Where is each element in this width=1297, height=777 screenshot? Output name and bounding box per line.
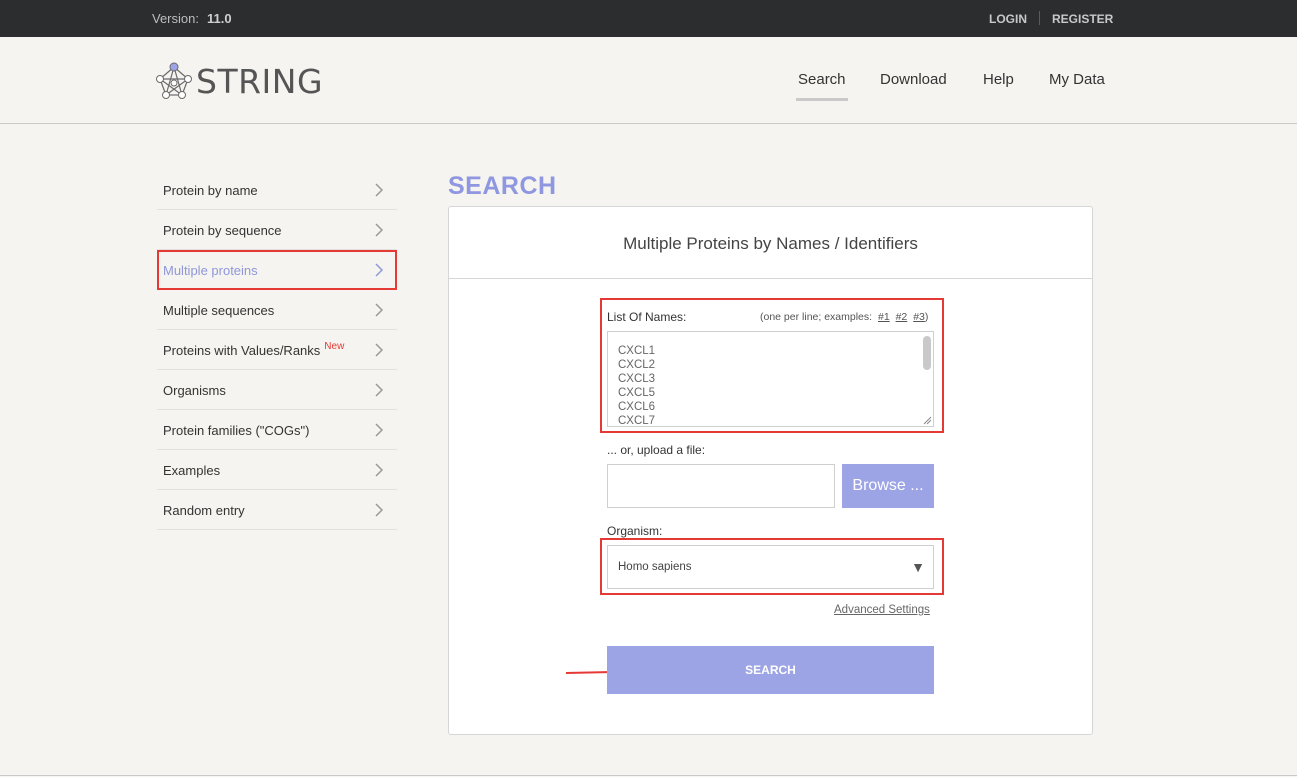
name-line: CXCL7 [618,415,656,427]
top-bar: Version: 11.0 LOGIN REGISTER [0,0,1297,37]
dropdown-arrow-icon: ▼ [911,559,925,575]
example-link-2[interactable]: #2 [896,311,908,323]
upload-label: ... or, upload a file: [607,443,706,457]
name-line: CXCL6 [618,401,656,413]
names-hint-prefix: (one per line; examples: [760,311,873,323]
organism-select[interactable]: Homo sapiens ▼ [607,545,934,589]
sidebar-item-label: Multiple sequences [163,303,275,318]
sidebar-item-label: Protein by name [163,183,258,198]
string-network-icon [156,62,192,99]
sidebar-item-protein-families[interactable]: Protein families ("COGs") [157,410,397,450]
resize-handle-icon[interactable] [922,415,932,425]
file-path-input[interactable] [607,464,835,508]
chevron-right-icon [375,223,384,237]
topbar-divider [1039,11,1040,25]
sidebar-item-multiple-sequences[interactable]: Multiple sequences [157,290,397,330]
chevron-right-icon [375,343,384,357]
scrollbar-thumb[interactable] [923,336,931,370]
chevron-right-icon [375,303,384,317]
sidebar-item-label: Organisms [163,383,226,398]
names-hint: (one per line; examples: #1 #2 #3) [760,311,928,323]
organism-value: Homo sapiens [618,561,692,573]
chevron-right-icon [375,383,384,397]
version-value: 11.0 [206,11,232,26]
name-line: CXCL1 [618,345,656,357]
names-hint-suffix: ) [924,311,929,323]
name-line: CXCL5 [618,387,656,399]
sidebar-item-organisms[interactable]: Organisms [157,370,397,410]
organism-label: Organism: [607,524,663,538]
string-logo[interactable]: STRING [154,61,323,101]
sidebar-item-label: Protein families ("COGs") [163,423,310,438]
sidebar-item-label: Multiple proteins [163,263,258,278]
sidebar-item-text: Proteins with Values/Ranks [163,343,321,358]
sidebar-item-proteins-with-values[interactable]: Proteins with Values/Ranks New [157,330,397,370]
advanced-settings-link[interactable]: Advanced Settings [834,604,930,616]
example-link-1[interactable]: #1 [878,311,890,323]
nav-my-data[interactable]: My Data [1049,71,1105,88]
search-button[interactable]: SEARCH [607,646,934,694]
sidebar-item-multiple-proteins[interactable]: Multiple proteins [157,250,397,290]
chevron-right-icon [375,423,384,437]
textarea-scrollbar[interactable] [923,335,931,421]
register-link[interactable]: REGISTER [1052,12,1113,26]
sidebar-item-label: Random entry [163,503,245,518]
version-label: Version: [152,11,199,26]
nav-help[interactable]: Help [983,71,1014,88]
chevron-right-icon [375,463,384,477]
chevron-right-icon [375,263,384,277]
sidebar-item-random-entry[interactable]: Random entry [157,490,397,530]
sidebar-item-label: Protein by sequence [163,223,282,238]
sidebar-item-label: Proteins with Values/Ranks New [163,341,345,358]
chevron-right-icon [375,183,384,197]
sidebar-item-protein-by-name[interactable]: Protein by name [157,170,397,210]
version-info: Version: 11.0 [152,11,232,26]
page-title: SEARCH [448,172,557,200]
example-link-3[interactable]: #3 [913,311,925,323]
name-line: CXCL2 [618,359,656,371]
logo-text: STRING [196,61,324,101]
sidebar-item-label: Examples [163,463,221,478]
new-badge: New [324,341,345,352]
browse-button[interactable]: Browse ... [842,464,934,508]
names-label: List Of Names: [607,310,687,324]
panel-title: Multiple Proteins by Names / Identifiers [449,207,1092,279]
search-sidebar: Protein by name Protein by sequence Mult… [157,170,397,530]
sidebar-item-protein-by-sequence[interactable]: Protein by sequence [157,210,397,250]
nav-search[interactable]: Search [796,71,848,101]
footer-divider [0,775,1297,776]
names-textarea[interactable]: CXCL1 CXCL2 CXCL3 CXCL5 CXCL6 CXCL7 [607,331,934,427]
chevron-right-icon [375,503,384,517]
nav-download[interactable]: Download [880,71,947,88]
name-line: CXCL3 [618,373,656,385]
login-link[interactable]: LOGIN [989,12,1027,26]
sidebar-item-examples[interactable]: Examples [157,450,397,490]
site-header: STRING Search Download Help My Data [0,37,1297,124]
